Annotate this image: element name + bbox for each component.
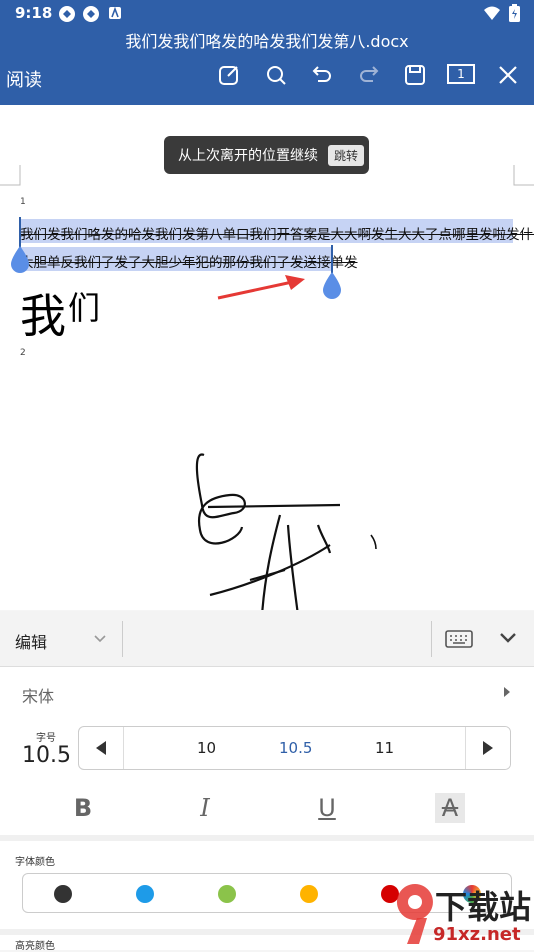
size-increase-button[interactable] <box>465 727 510 769</box>
paragraph-number: 1 <box>20 197 26 207</box>
status-bar: 9:18 <box>0 0 534 26</box>
selection-end-cursor <box>331 245 333 273</box>
page-corner-mark <box>513 165 534 186</box>
close-icon[interactable] <box>493 60 523 90</box>
font-color-label: 字体颜色 <box>15 857 55 868</box>
search-icon[interactable] <box>261 60 291 90</box>
strikethrough-button[interactable]: A <box>435 793 465 823</box>
color-swatch-black[interactable] <box>54 885 72 903</box>
save-icon[interactable] <box>400 60 430 90</box>
resume-toast: 从上次离开的位置继续 跳转 <box>164 136 369 174</box>
font-selector[interactable]: 宋体 <box>0 667 534 719</box>
paragraph-number: 2 <box>20 348 26 358</box>
size-option-selected[interactable]: 10.5 <box>279 739 312 757</box>
app-notification-icon <box>108 5 122 24</box>
large-text[interactable]: 我 <box>20 280 66 346</box>
edit-icon[interactable] <box>214 60 244 90</box>
selection-start-handle[interactable] <box>9 246 31 274</box>
size-option[interactable]: 10 <box>197 739 216 757</box>
redo-icon[interactable] <box>354 60 384 90</box>
page-count-button[interactable]: 1 <box>447 64 475 84</box>
jump-button[interactable]: 跳转 <box>328 144 365 166</box>
watermark-url: 91xz.net <box>433 924 521 945</box>
status-time: 9:18 <box>15 4 53 22</box>
edit-toolbar: 编辑 <box>0 611 534 667</box>
document-text-line[interactable]: 大胆单反我们了发了大胆少年犯的那份我们了发送接单发 <box>20 251 358 271</box>
font-name: 宋体 <box>22 687 55 706</box>
app-notification-icon <box>82 5 100 27</box>
watermark-logo: 下载站 91xz.net <box>395 880 534 948</box>
bold-button[interactable]: B <box>68 793 98 823</box>
triangle-right-icon <box>483 741 493 755</box>
document-page[interactable]: 从上次离开的位置继续 跳转 1 我们发我们咯发的哈发我们发第八单口我们开答案是大… <box>0 105 534 610</box>
selection-start-cursor <box>19 217 21 249</box>
resume-toast-text: 从上次离开的位置继续 <box>178 148 318 164</box>
size-option[interactable]: 11 <box>375 739 394 757</box>
handwriting-drawing[interactable] <box>190 445 390 610</box>
divider <box>0 835 534 841</box>
watermark-text: 下载站 <box>435 888 532 926</box>
undo-icon[interactable] <box>307 60 337 90</box>
wifi-icon <box>483 5 501 25</box>
triangle-left-icon <box>96 741 106 755</box>
edit-mode-label[interactable]: 编辑 <box>15 629 47 653</box>
color-swatch-blue[interactable] <box>136 885 154 903</box>
battery-icon <box>509 4 520 26</box>
app-header: 9:18 我们发我们咯发的哈发我们发第八.docx 阅读 1 <box>0 0 534 105</box>
italic-button[interactable]: I <box>190 793 220 823</box>
large-text[interactable]: 们 <box>68 283 100 329</box>
red-arrow-annotation <box>217 275 305 300</box>
font-size-label: 字号 <box>36 733 56 744</box>
page-corner-mark <box>0 165 21 186</box>
underline-button[interactable]: U <box>312 793 342 823</box>
watermark-mark-icon <box>396 884 433 944</box>
keyboard-icon[interactable] <box>445 630 473 648</box>
font-size-picker[interactable]: 10 10.5 11 1 <box>78 726 511 770</box>
collapse-panel-icon[interactable] <box>499 632 517 644</box>
app-notification-icon <box>58 5 76 27</box>
divider <box>431 621 432 657</box>
document-title: 我们发我们咯发的哈发我们发第八.docx <box>125 32 409 51</box>
font-size-value: 10.5 <box>22 743 71 768</box>
divider <box>122 621 123 657</box>
color-swatch-green[interactable] <box>218 885 236 903</box>
document-text-line[interactable]: 我们发我们咯发的哈发我们发第八单口我们开答案是大大啊发生大大了点哪里发啦发什么 <box>20 223 534 243</box>
chevron-down-icon[interactable] <box>94 635 106 643</box>
chevron-right-icon <box>504 687 510 697</box>
selection-end-handle[interactable] <box>321 272 343 300</box>
color-swatch-yellow[interactable] <box>300 885 318 903</box>
read-mode-button[interactable]: 阅读 <box>6 66 42 92</box>
size-decrease-button[interactable] <box>79 727 124 769</box>
